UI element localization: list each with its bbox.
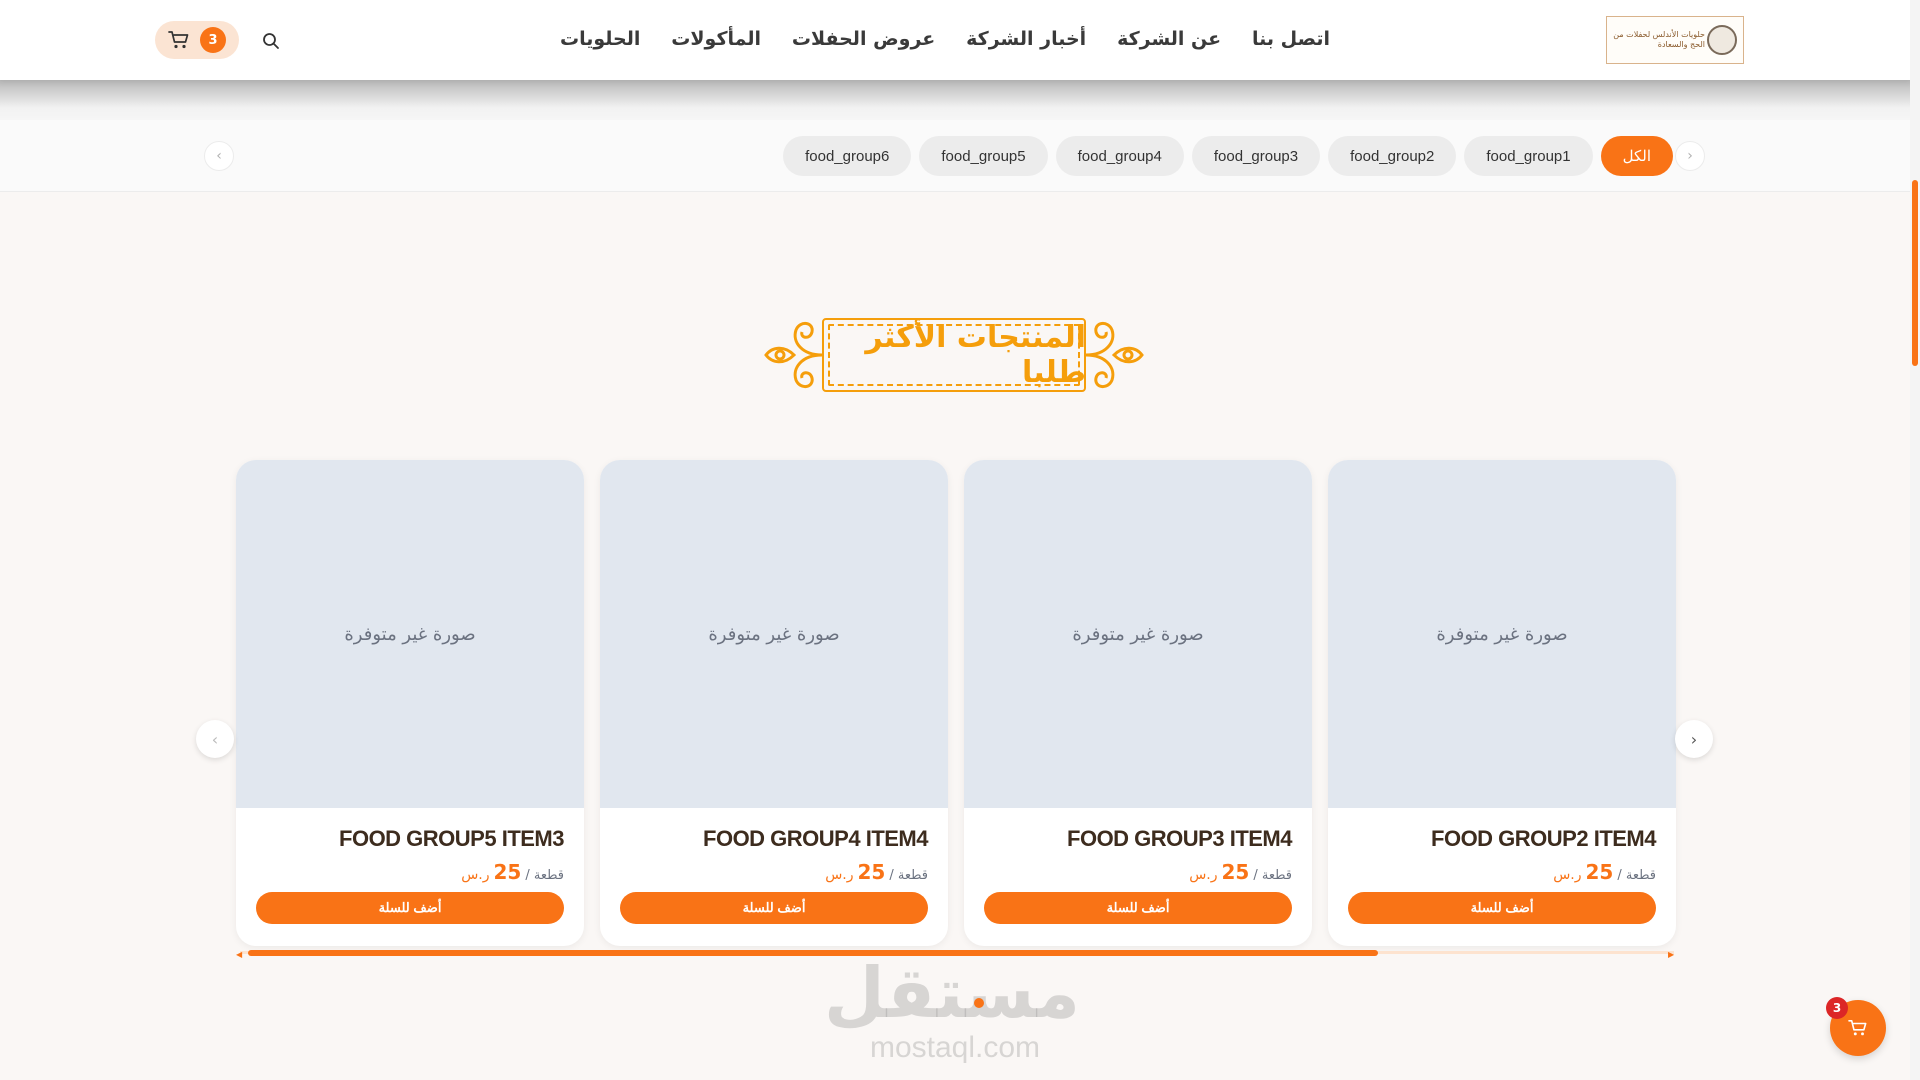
price-unit: قطعة /	[1253, 868, 1292, 883]
product-card[interactable]: صورة غير متوفرة FOOD GROUP3 ITEM4 قطعة /…	[964, 460, 1312, 946]
product-name: FOOD GROUP2 ITEM4	[1431, 826, 1656, 851]
category-chips: الكل food_group1 food_group2 food_group3…	[783, 136, 1673, 176]
chip-all[interactable]: الكل	[1600, 136, 1673, 176]
page-scrollbar[interactable]	[1910, 0, 1920, 1080]
price-unit: قطعة /	[1617, 868, 1656, 883]
category-scroll-left-button[interactable]: ‹	[204, 141, 234, 171]
carousel-next-button[interactable]: ›	[1675, 720, 1713, 758]
section-title: المنتجات الأكثر طلبا	[762, 312, 1146, 398]
chevron-left-icon: ‹	[216, 148, 222, 164]
product-price: قطعة / 25 ر.س	[461, 860, 564, 884]
chip-food-group4[interactable]: food_group4	[1055, 136, 1184, 176]
nav-party-offers[interactable]: عروض الحفلات	[792, 28, 935, 50]
watermark-url: mostaql.com	[869, 1031, 1041, 1064]
nav-sweets[interactable]: الحلويات	[560, 28, 640, 50]
product-price: قطعة / 25 ر.س	[825, 860, 928, 884]
watermark: مستقل mostaql.com	[823, 952, 1080, 1065]
header-cart-button[interactable]: 3	[155, 21, 239, 59]
product-card[interactable]: صورة غير متوفرة FOOD GROUP2 ITEM4 قطعة /…	[1328, 460, 1676, 946]
price-value: 25	[1221, 860, 1250, 884]
page-scrollbar-thumb[interactable]	[1912, 180, 1918, 366]
product-card[interactable]: صورة غير متوفرة FOOD GROUP4 ITEM4 قطعة /…	[600, 460, 948, 946]
product-image-placeholder: صورة غير متوفرة	[964, 460, 1312, 808]
product-card[interactable]: صورة غير متوفرة FOOD GROUP5 ITEM3 قطعة /…	[236, 460, 584, 946]
nav-company-news[interactable]: أخبار الشركة	[966, 28, 1086, 50]
price-currency: ر.س	[825, 867, 854, 883]
product-name: FOOD GROUP4 ITEM4	[703, 826, 928, 851]
site-header: حلويات الأندلس لحفلات من الحج والسعادة ا…	[0, 0, 1910, 80]
cart-count-badge: 3	[200, 27, 226, 53]
product-price: قطعة / 25 ر.س	[1189, 860, 1292, 884]
chevron-right-icon: ›	[1687, 148, 1693, 164]
logo-text: حلويات الأندلس لحفلات من الحج والسعادة	[1613, 30, 1705, 49]
product-name: FOOD GROUP3 ITEM4	[1067, 826, 1292, 851]
scroll-right-icon[interactable]: ▶	[1668, 950, 1674, 959]
site-logo[interactable]: حلويات الأندلس لحفلات من الحج والسعادة	[1606, 16, 1744, 64]
carousel-dot[interactable]	[974, 998, 984, 1008]
cart-icon	[1848, 1019, 1867, 1036]
category-scroll-right-button[interactable]: ›	[1675, 141, 1705, 171]
ornament-right-icon	[1085, 322, 1144, 388]
product-image-placeholder: صورة غير متوفرة	[236, 460, 584, 808]
add-to-cart-button[interactable]: أضف للسلة	[620, 892, 928, 924]
add-to-cart-button[interactable]: أضف للسلة	[256, 892, 564, 924]
add-to-cart-button[interactable]: أضف للسلة	[1348, 892, 1656, 924]
section-title-text: المنتجات الأكثر طلبا	[865, 320, 1086, 390]
price-unit: قطعة /	[889, 868, 928, 883]
price-currency: ر.س	[1553, 867, 1582, 883]
product-name: FOOD GROUP5 ITEM3	[339, 826, 564, 851]
price-unit: قطعة /	[525, 868, 564, 883]
nav-about[interactable]: عن الشركة	[1117, 28, 1221, 50]
product-image-placeholder: صورة غير متوفرة	[1328, 460, 1676, 808]
search-button[interactable]	[258, 28, 284, 54]
price-currency: ر.س	[1189, 867, 1218, 883]
chip-food-group5[interactable]: food_group5	[919, 136, 1048, 176]
floating-cart-count-badge: 3	[1826, 997, 1848, 1019]
nav-contact[interactable]: اتصل بنا	[1252, 28, 1330, 50]
nav-food[interactable]: المأكولات	[671, 28, 761, 50]
product-price: قطعة / 25 ر.س	[1553, 860, 1656, 884]
price-value: 25	[1585, 860, 1614, 884]
add-to-cart-button[interactable]: أضف للسلة	[984, 892, 1292, 924]
price-currency: ر.س	[461, 867, 490, 883]
carousel-prev-button[interactable]: ‹	[196, 720, 234, 758]
logo-emblem-icon	[1707, 25, 1737, 55]
chip-food-group2[interactable]: food_group2	[1328, 136, 1457, 176]
scroll-left-icon[interactable]: ◀	[236, 950, 242, 959]
watermark-arabic: مستقل	[823, 952, 1080, 1034]
main-nav: الحلويات المأكولات عروض الحفلات أخبار ال…	[560, 22, 1330, 56]
product-image-placeholder: صورة غير متوفرة	[600, 460, 948, 808]
chip-food-group1[interactable]: food_group1	[1464, 136, 1593, 176]
carousel-scrollbar-thumb[interactable]	[248, 950, 1378, 956]
cart-icon	[168, 31, 189, 49]
chevron-left-icon: ‹	[211, 729, 219, 749]
search-icon	[263, 33, 279, 49]
chevron-right-icon: ›	[1690, 729, 1698, 749]
chip-food-group6[interactable]: food_group6	[783, 136, 912, 176]
ornament-left-icon	[764, 322, 823, 388]
hero-band	[0, 80, 1910, 120]
price-value: 25	[857, 860, 886, 884]
chip-food-group3[interactable]: food_group3	[1191, 136, 1321, 176]
price-value: 25	[493, 860, 522, 884]
product-carousel: صورة غير متوفرة FOOD GROUP2 ITEM4 قطعة /…	[234, 460, 1676, 946]
